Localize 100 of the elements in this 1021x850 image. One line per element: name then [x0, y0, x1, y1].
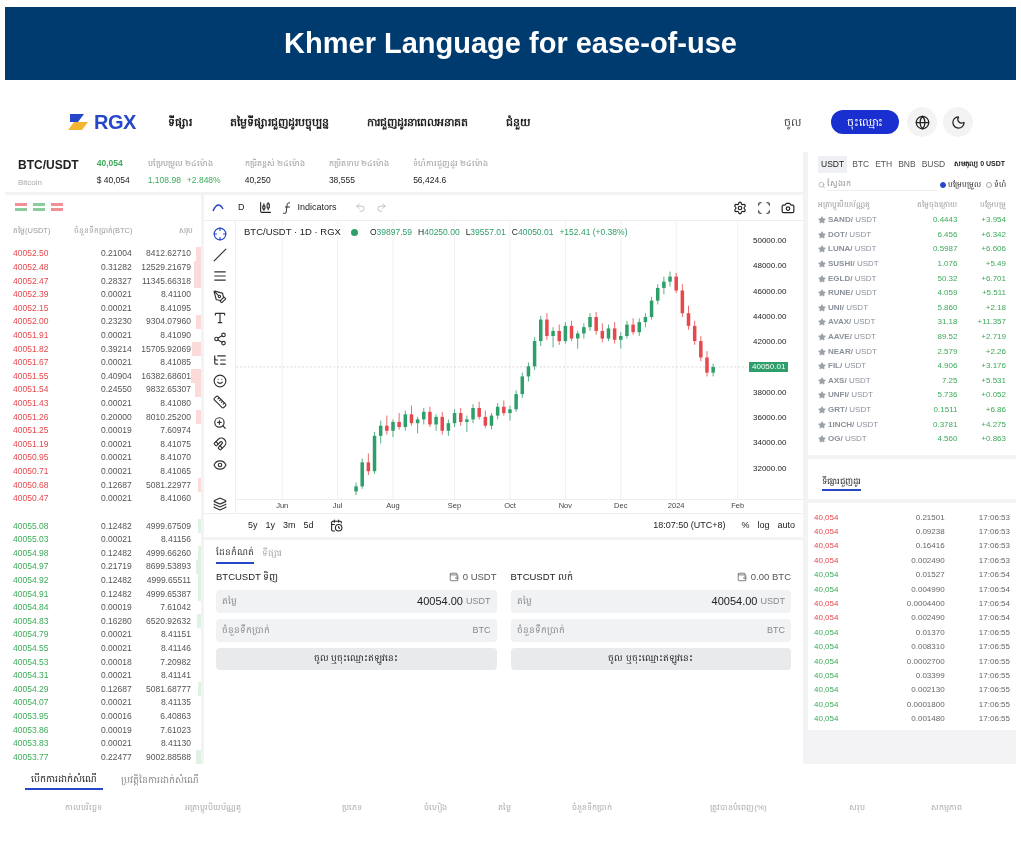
favorite-star-icon[interactable]	[818, 230, 826, 239]
scale-button[interactable]: %	[741, 518, 750, 533]
login-register-button[interactable]: ចូល ឬចុះឈ្មោះឥឡូវនេះ	[510, 647, 791, 670]
candle	[391, 419, 395, 438]
favorite-star-icon[interactable]	[818, 216, 826, 225]
favorite-star-icon[interactable]	[818, 391, 826, 400]
market-pair[interactable]: EGLD/ USDT	[828, 272, 877, 285]
trade-price: 40,054	[814, 540, 840, 553]
register-button[interactable]: ចុះឈ្មោះ	[831, 110, 899, 134]
login-register-button[interactable]: ចូល ឬចុះឈ្មោះឥឡូវនេះ	[216, 647, 497, 670]
favorite-star-icon[interactable]	[818, 333, 826, 342]
market-pair[interactable]: LUNA/ USDT	[828, 243, 877, 256]
trade-time: 17:06:55	[977, 684, 1010, 697]
pen-icon[interactable]	[212, 290, 227, 304]
line-icon[interactable]	[212, 248, 227, 262]
favorite-star-icon[interactable]	[818, 435, 826, 444]
camera-icon[interactable]	[781, 200, 795, 215]
nav-link[interactable]: ជំនួយ	[505, 113, 530, 131]
smiley-icon[interactable]	[212, 374, 227, 388]
market-pair[interactable]: AVAX/ USDT	[828, 316, 876, 329]
search-field[interactable]: ស្វែងរក	[827, 178, 938, 192]
fullscreen-icon[interactable]	[757, 200, 771, 215]
quote-tab[interactable]: BTC	[851, 156, 871, 173]
favorite-star-icon[interactable]	[818, 376, 826, 385]
range-button[interactable]: 1y	[265, 518, 276, 533]
favorite-star-icon[interactable]	[818, 347, 826, 356]
pair-title: BTC/USDT	[18, 156, 79, 174]
market-change: +0.052	[980, 389, 1006, 402]
market-pair[interactable]: 1INCH/ USDT	[828, 418, 879, 431]
market-pair[interactable]: GRT/ USDT	[828, 404, 872, 416]
trade-amount: 0.16416	[914, 540, 945, 553]
globe-icon	[914, 114, 930, 130]
favorite-star-icon[interactable]	[818, 406, 826, 414]
indicators-button[interactable]: Indicators	[281, 200, 337, 215]
market-pair[interactable]: AXS/ USDT	[828, 374, 871, 387]
favorite-star-icon[interactable]	[818, 289, 826, 298]
nav-link[interactable]: ការជួញដូរនាពេលអនាគត	[366, 113, 468, 131]
trade-price: 40,054	[814, 598, 840, 611]
scale-button[interactable]: auto	[777, 518, 795, 533]
favorite-star-icon[interactable]	[818, 260, 826, 269]
market-pair[interactable]: FIL/ USDT	[828, 360, 867, 373]
trades-tab[interactable]: ទីផ្សារជួញដូរ	[822, 475, 861, 491]
trade-price: 40,054	[814, 655, 840, 668]
market-pair[interactable]: OG/ USDT	[828, 433, 867, 446]
candle-type-icon[interactable]	[258, 201, 272, 214]
nodes-icon[interactable]	[212, 332, 227, 346]
favorite-star-icon[interactable]	[818, 420, 826, 429]
zoom-in-icon[interactable]	[212, 416, 227, 430]
trade-time: 17:06:55	[977, 641, 1010, 654]
layers-icon[interactable]	[212, 497, 227, 511]
quote-tab[interactable]: USDT	[818, 156, 848, 173]
login-link[interactable]: ចូល	[784, 113, 801, 131]
nav-link[interactable]: តម្លៃទីផ្សារជួញដូរបច្ចុប្បន្ន	[229, 113, 329, 131]
order-total: 7.61042	[159, 601, 191, 614]
order-amount: 0.00021	[99, 396, 132, 410]
text-icon[interactable]	[212, 311, 227, 325]
favorite-star-icon[interactable]	[818, 362, 826, 371]
language-button[interactable]	[907, 107, 937, 137]
market-pair[interactable]: DOT/ USDT	[828, 228, 872, 241]
range-button[interactable]: 3m	[283, 518, 296, 533]
price-field[interactable]: តម្លៃ 40054.00 USDT	[510, 589, 791, 613]
settings-icon[interactable]	[733, 200, 747, 215]
list-icon[interactable]	[212, 353, 227, 367]
trade-price: 40,054	[814, 583, 840, 596]
interval-button[interactable]: D	[234, 200, 249, 215]
orders-tab[interactable]: បើកការដាក់សំណើ	[25, 771, 103, 791]
favorite-star-icon[interactable]	[818, 274, 826, 283]
lines-icon[interactable]	[212, 269, 227, 283]
quote-tab[interactable]: BNB	[897, 156, 917, 173]
scale-button[interactable]: log	[757, 518, 770, 533]
calendar-icon[interactable]	[329, 519, 343, 532]
market-pair[interactable]: UNI/ USDT	[828, 301, 868, 314]
balance-text: 0.00 BTC	[750, 569, 791, 584]
order-total: 4999.65387	[145, 587, 191, 601]
stat-label: ទំហំការជួញដូរ ២៤ម៉ោង	[413, 157, 489, 170]
nav-link[interactable]: ទីផ្សារ	[167, 113, 192, 131]
eye-icon[interactable]	[212, 458, 227, 472]
theme-button[interactable]	[943, 107, 973, 137]
order-amount: 0.00019	[99, 601, 132, 614]
order-total: 12529.21679	[140, 261, 191, 274]
range-button[interactable]: 5y	[248, 518, 258, 533]
range-button[interactable]: 5d	[303, 518, 314, 533]
ruler-icon[interactable]	[212, 395, 227, 409]
favorite-star-icon[interactable]	[818, 245, 826, 254]
column-header: សរុប	[848, 802, 866, 815]
order-amount: 0.16280	[99, 614, 132, 628]
favorite-star-icon[interactable]	[818, 318, 826, 327]
orders-tab[interactable]: ប្រវត្តិនៃការដាក់សំណើ	[121, 771, 199, 791]
quote-tab[interactable]: BUSD	[920, 156, 947, 173]
quote-tab[interactable]: ETH	[874, 156, 894, 173]
magnet-icon[interactable]	[212, 437, 227, 451]
price-field[interactable]: តម្លៃ 40054.00 USDT	[216, 589, 497, 613]
order-type-tab[interactable]: ដែនកំណត់	[216, 546, 254, 564]
column-header: ប្រភេទ	[341, 802, 363, 815]
arc-icon[interactable]	[212, 202, 224, 213]
market-pair[interactable]: SUSHI/ USDT	[828, 258, 879, 271]
favorite-star-icon[interactable]	[818, 303, 826, 312]
order-amount: 0.00021	[99, 642, 132, 655]
order-total: 8412.62710	[145, 247, 191, 261]
crosshair-icon[interactable]	[212, 227, 227, 241]
